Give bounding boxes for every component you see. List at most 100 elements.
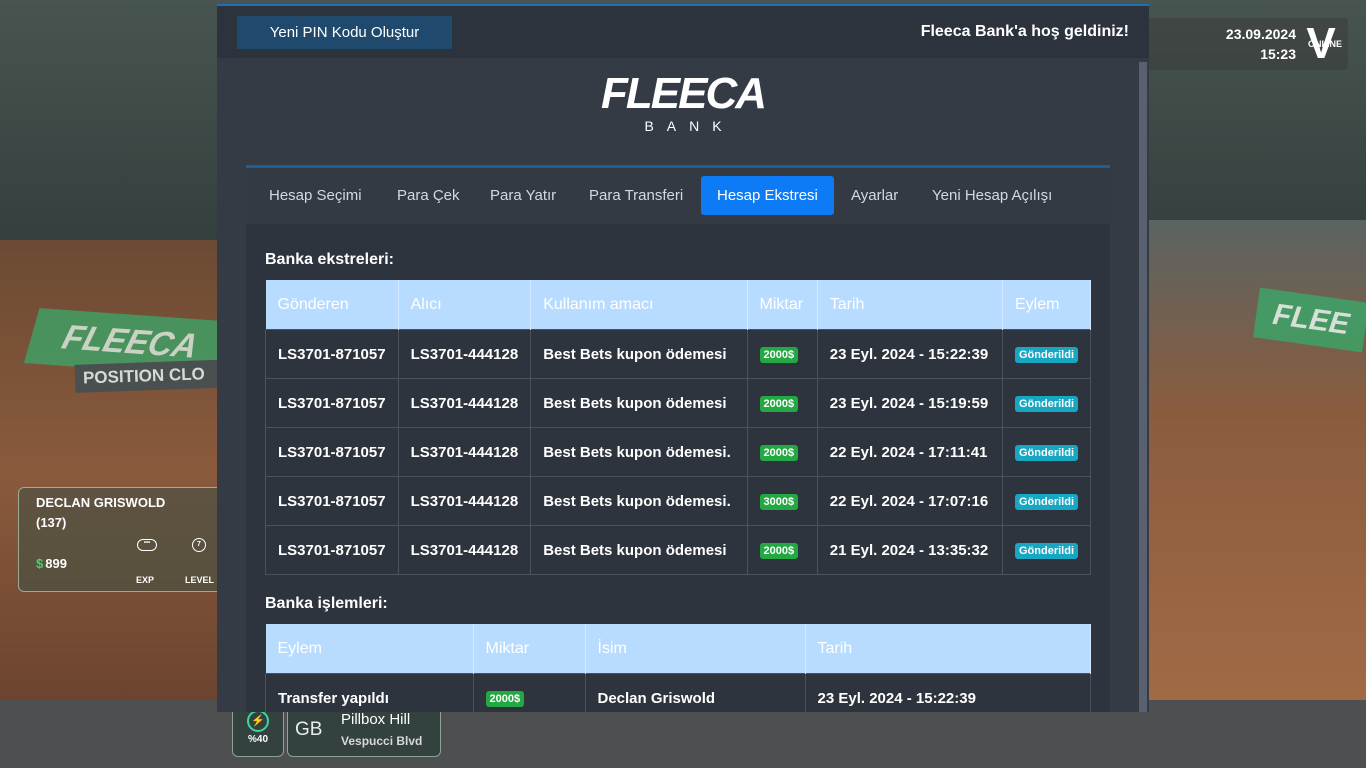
game-background-left xyxy=(0,240,220,700)
cell-recipient: LS3701-444128 xyxy=(397,329,532,379)
exp-icon: ••• xyxy=(137,539,157,551)
cell-purpose: Best Bets kupon ödemesi. xyxy=(530,476,748,526)
player-id: (137) xyxy=(36,515,67,530)
tab-settings[interactable]: Ayarlar xyxy=(835,176,914,215)
cell-sender: LS3701-871057 xyxy=(265,378,399,428)
zone-code: GB xyxy=(295,719,323,740)
scrollbar[interactable] xyxy=(1139,62,1147,712)
cell-amount: 3000$ xyxy=(746,476,818,526)
player-money: $899 xyxy=(36,556,67,571)
col-date: Tarih xyxy=(805,624,1091,674)
cell-purpose: Best Bets kupon ödemesi xyxy=(530,525,748,575)
col-date: Tarih xyxy=(817,280,1004,330)
bank-topbar: Yeni PIN Kodu Oluştur Fleeca Bank'a hoş … xyxy=(217,6,1149,58)
cell-sender: LS3701-871057 xyxy=(265,476,399,526)
exp-label: EXP xyxy=(136,575,155,585)
table-row: LS3701-871057 LS3701-444128 Best Bets ku… xyxy=(265,427,1091,477)
cell-recipient: LS3701-444128 xyxy=(397,427,532,477)
cell-recipient: LS3701-444128 xyxy=(397,476,532,526)
status-badge: Gönderildi xyxy=(1015,396,1078,412)
cell-action: Gönderildi xyxy=(1002,378,1091,428)
cell-date: 23 Eyl. 2024 - 15:22:39 xyxy=(804,673,1091,712)
table-row: LS3701-871057 LS3701-444128 Best Bets ku… xyxy=(265,525,1091,575)
cell-action: Gönderildi xyxy=(1002,476,1091,526)
tab-statement[interactable]: Hesap Ekstresi xyxy=(701,176,834,215)
scrollbar-thumb[interactable] xyxy=(1139,62,1147,712)
cell-amount: 2000$ xyxy=(472,673,586,712)
col-amount: Miktar xyxy=(473,624,586,674)
fleeca-logo: FLEECA BANK xyxy=(217,69,1149,135)
cell-date: 21 Eyl. 2024 - 13:35:32 xyxy=(816,525,1004,575)
table-row: Transfer yapıldı 2000$ Declan Griswold 2… xyxy=(265,673,1091,712)
street-name: Pillbox Hill xyxy=(341,711,411,728)
tab-transfer[interactable]: Para Transferi xyxy=(573,176,699,215)
cell-amount: 2000$ xyxy=(746,378,818,428)
cell-sender: LS3701-871057 xyxy=(265,427,399,477)
table-header-row: Gönderen Alıcı Kullanım amacı Miktar Tar… xyxy=(265,280,1091,330)
level-label: LEVEL xyxy=(185,575,215,585)
cell-action: Gönderildi xyxy=(1002,427,1091,477)
cell-date: 23 Eyl. 2024 - 15:22:39 xyxy=(816,329,1004,379)
col-sender: Gönderen xyxy=(265,280,399,330)
player-name: DECLAN GRISWOLD xyxy=(36,495,166,510)
cell-purpose: Best Bets kupon ödemesi xyxy=(530,378,748,428)
status-badge: Gönderildi xyxy=(1015,543,1078,559)
amount-badge: 2000$ xyxy=(759,347,799,363)
amount-badge: 2000$ xyxy=(759,396,799,412)
server-logo-sub: ONLINE xyxy=(1307,39,1342,49)
game-background-right xyxy=(1146,220,1366,700)
cell-purpose: Best Bets kupon ödemesi. xyxy=(530,427,748,477)
status-badge: Gönderildi xyxy=(1015,494,1078,510)
tab-withdraw[interactable]: Para Çek xyxy=(381,176,476,215)
time-label: 15:23 xyxy=(1260,46,1296,62)
player-info-card: DECLAN GRISWOLD (137) ••• 7 $899 EXP LEV… xyxy=(18,487,230,592)
logo-sub: BANK xyxy=(644,118,735,134)
cell-recipient: LS3701-444128 xyxy=(397,378,532,428)
tab-new-account[interactable]: Yeni Hesap Açılışı xyxy=(916,176,1068,215)
new-pin-button[interactable]: Yeni PIN Kodu Oluştur xyxy=(237,16,452,49)
bank-panel: Hesap Seçimi Para Çek Para Yatır Para Tr… xyxy=(246,165,1110,712)
col-name: İsim xyxy=(585,624,806,674)
cell-amount: 2000$ xyxy=(746,525,818,575)
position-closed-plate: POSITION CLO xyxy=(74,359,239,393)
transactions-title: Banka işlemleri: xyxy=(265,595,388,612)
tab-bar: Hesap Seçimi Para Çek Para Yatır Para Tr… xyxy=(246,168,1110,224)
level-icon: 7 xyxy=(192,538,206,552)
cell-date: 23 Eyl. 2024 - 15:19:59 xyxy=(816,378,1004,428)
table-header-row: Eylem Miktar İsim Tarih xyxy=(265,624,1091,674)
cell-action: Gönderildi xyxy=(1002,525,1091,575)
lightning-icon: ⚡ xyxy=(247,710,269,732)
dollar-icon: $ xyxy=(36,556,44,571)
cell-sender: LS3701-871057 xyxy=(265,329,399,379)
cell-action: Gönderildi xyxy=(1002,329,1091,379)
statements-table: Gönderen Alıcı Kullanım amacı Miktar Tar… xyxy=(265,280,1091,575)
tab-account-select[interactable]: Hesap Seçimi xyxy=(253,176,378,215)
table-row: LS3701-871057 LS3701-444128 Best Bets ku… xyxy=(265,378,1091,428)
cell-sender: LS3701-871057 xyxy=(265,525,399,575)
cell-date: 22 Eyl. 2024 - 17:11:41 xyxy=(816,427,1004,477)
amount-badge: 2000$ xyxy=(759,445,799,461)
cell-recipient: LS3701-444128 xyxy=(397,525,532,575)
amount-badge: 3000$ xyxy=(759,494,799,510)
status-badge: Gönderildi xyxy=(1015,445,1078,461)
table-row: LS3701-871057 LS3701-444128 Best Bets ku… xyxy=(265,329,1091,379)
statements-title: Banka ekstreleri: xyxy=(265,251,394,268)
money-value: 899 xyxy=(45,556,67,571)
cell-amount: 2000$ xyxy=(746,427,818,477)
cell-name: Declan Griswold xyxy=(584,673,806,712)
bank-window: Yeni PIN Kodu Oluştur Fleeca Bank'a hoş … xyxy=(217,4,1149,712)
transactions-table: Eylem Miktar İsim Tarih Transfer yapıldı… xyxy=(265,624,1091,712)
area-name: Vespucci Blvd xyxy=(341,734,423,748)
cell-action: Transfer yapıldı xyxy=(265,673,474,712)
col-action: Eylem xyxy=(265,624,474,674)
tab-deposit[interactable]: Para Yatır xyxy=(474,176,572,215)
cell-amount: 2000$ xyxy=(746,329,818,379)
energy-value: %40 xyxy=(247,734,268,745)
amount-badge: 2000$ xyxy=(759,543,799,559)
col-purpose: Kullanım amacı xyxy=(530,280,748,330)
amount-badge: 2000$ xyxy=(485,691,525,707)
logo-brand: FLEECA xyxy=(601,69,767,118)
welcome-text: Fleeca Bank'a hoş geldiniz! xyxy=(920,23,1129,40)
table-row: LS3701-871057 LS3701-444128 Best Bets ku… xyxy=(265,476,1091,526)
status-badge: Gönderildi xyxy=(1015,347,1078,363)
